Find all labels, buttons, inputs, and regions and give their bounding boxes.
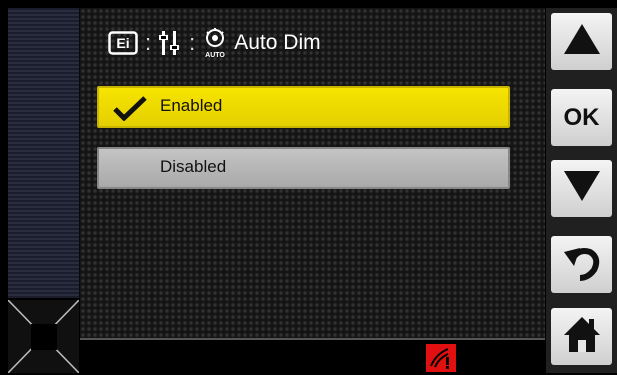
auto-dim-icon: AUTO — [202, 28, 228, 58]
page-header: Ei : : AUTO Auto Dim — [108, 26, 321, 60]
corner-x-icon — [8, 300, 79, 373]
page-title: Auto Dim — [234, 31, 321, 54]
checkmark-icon — [113, 95, 147, 126]
home-icon — [562, 314, 602, 359]
down-button[interactable] — [551, 160, 612, 217]
arrow-down-icon — [562, 169, 602, 208]
back-arrow-icon — [562, 242, 602, 287]
left-corner-button[interactable] — [8, 300, 79, 373]
status-bar — [80, 338, 545, 375]
option-label: Enabled — [160, 96, 223, 115]
arrow-up-icon — [562, 22, 602, 61]
back-button[interactable] — [551, 236, 612, 293]
alert-icon[interactable] — [426, 344, 456, 372]
option-enabled[interactable]: Enabled — [97, 86, 510, 128]
breadcrumb-separator: : — [145, 30, 152, 55]
settings-icon — [158, 29, 182, 57]
svg-text:Ei: Ei — [116, 35, 129, 51]
left-panel — [8, 8, 80, 298]
option-disabled[interactable]: Disabled — [97, 147, 510, 189]
info-display-icon: Ei — [108, 31, 138, 55]
up-button[interactable] — [551, 13, 612, 70]
ok-button[interactable]: OK — [551, 89, 612, 146]
ok-label: OK — [563, 103, 600, 131]
home-button[interactable] — [551, 308, 612, 365]
breadcrumb-separator: : — [189, 30, 196, 55]
svg-text:AUTO: AUTO — [205, 52, 225, 58]
option-label: Disabled — [160, 157, 227, 176]
